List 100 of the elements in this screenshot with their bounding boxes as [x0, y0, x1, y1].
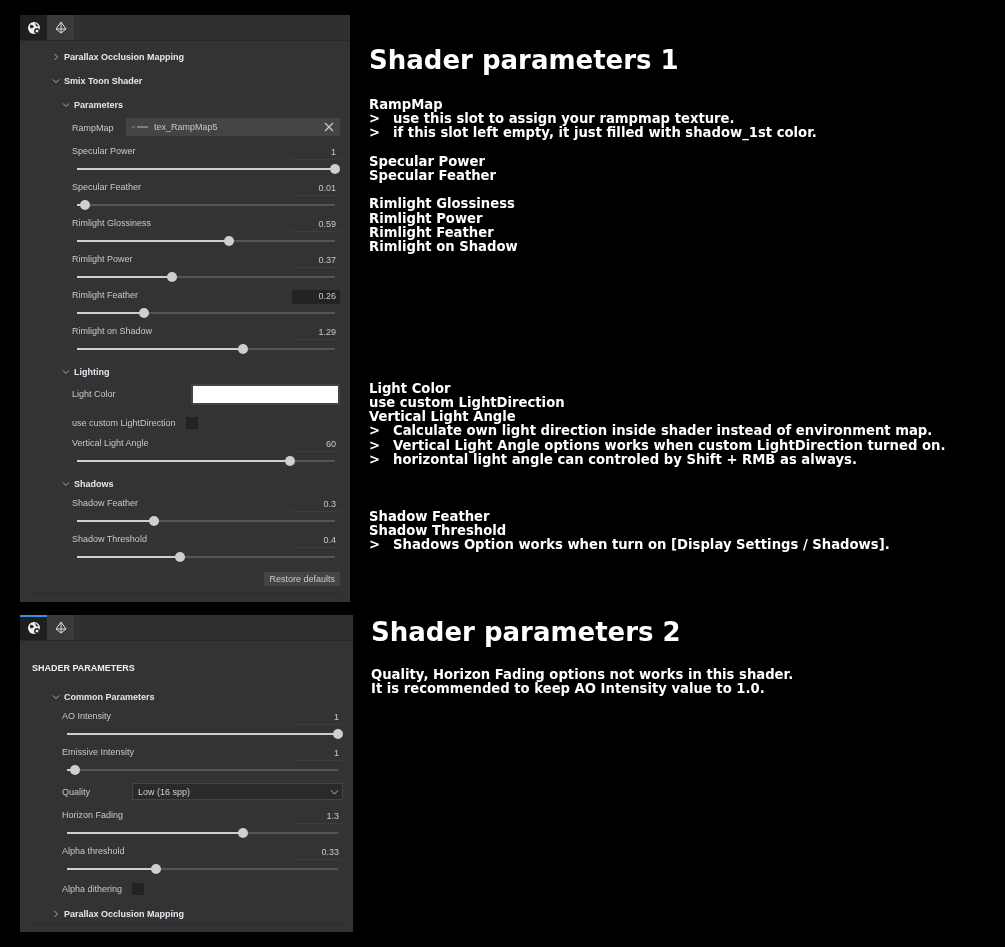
param-label: AO Intensity	[62, 711, 112, 721]
dash-icon	[132, 124, 148, 130]
note-heading: Rimlight on Shadow	[369, 239, 518, 255]
param-label: Rimlight on Shadow	[72, 326, 153, 336]
value-field[interactable]: 1.3	[295, 810, 343, 824]
slider-thumb[interactable]	[284, 456, 295, 466]
note-heading: Light Color	[369, 381, 451, 397]
note-heading: Rimlight Glossiness	[369, 197, 515, 212]
bullet-marker: >	[369, 537, 382, 553]
slider-thumb[interactable]	[151, 864, 162, 874]
param-label: Light Color	[72, 388, 117, 399]
slider-thumb[interactable]	[79, 200, 90, 210]
chevron-down-icon	[330, 787, 339, 796]
slider-thumb[interactable]	[330, 164, 340, 174]
note-text: Shadows Option works when turn on [Display Settings / Shadows].	[393, 537, 890, 553]
tab[interactable]	[20, 615, 47, 640]
slider-thumb[interactable]	[149, 516, 160, 526]
section-header[interactable]: Shadows	[62, 472, 114, 496]
note-heading: It is recommended to keep AO Intensity value to 1.0.	[371, 682, 765, 697]
param-label: Shadow Feather	[72, 498, 139, 508]
note-text: Vertical Light Angle options works when custom LightDirection turned on.	[393, 438, 946, 453]
prism-icon	[53, 20, 68, 35]
bullet-marker: >	[369, 112, 381, 127]
param-label: Alpha threshold	[62, 846, 125, 856]
note-heading: Quality, Horizon Fading options not works in this shader.	[371, 668, 794, 683]
note-heading: Rimlight Power	[369, 211, 483, 226]
param-label: Shadow Threshold	[72, 534, 147, 544]
value-field[interactable]: 0.37	[292, 254, 340, 268]
note-text: Calculate own light direction inside shader instead of environment map.	[393, 424, 933, 439]
prism-icon	[53, 620, 68, 635]
param-label: Rimlight Glossiness	[72, 218, 152, 228]
note-heading: RampMap	[369, 98, 443, 113]
slider-thumb[interactable]	[238, 344, 249, 354]
chevron-down-icon	[62, 480, 70, 488]
value-field[interactable]: 1	[295, 711, 343, 725]
panel-heading: SHADER PARAMETERS	[32, 663, 136, 673]
param-label: Rimlight Feather	[72, 290, 139, 300]
note-heading: Rimlight Feather	[369, 225, 494, 240]
chevron-down-icon	[62, 101, 70, 109]
slider-thumb[interactable]	[333, 729, 343, 739]
globe-gear-icon	[26, 20, 41, 35]
restore-button[interactable]: Restore defaults	[264, 572, 340, 586]
chevron-right-icon	[52, 910, 60, 918]
param-label: Horizon Fading	[62, 810, 124, 820]
param-label: RampMap	[72, 122, 115, 133]
value-field[interactable]: 0.4	[292, 534, 340, 548]
close-icon	[324, 122, 334, 132]
param-label: Alpha dithering	[62, 884, 123, 894]
section-header[interactable]: Lighting	[62, 360, 110, 384]
note-heading: Shadow Feather	[369, 509, 490, 524]
notes-title: Shader parameters 2	[371, 617, 682, 647]
active-tab-indicator	[20, 615, 47, 617]
chevron-down-icon	[62, 368, 70, 376]
param-label: use custom LightDirection	[72, 418, 176, 428]
param-label: Emissive Intensity	[62, 747, 135, 757]
value-field[interactable]: 60	[292, 438, 340, 452]
tab[interactable]	[20, 15, 47, 40]
note-heading: Specular Feather	[369, 168, 497, 184]
globe-gear-icon	[26, 620, 41, 635]
chevron-right-icon	[52, 53, 60, 61]
notes-title: Shader parameters 1	[369, 45, 680, 75]
note-heading: Vertical Light Angle	[369, 410, 516, 425]
param-label: Specular Feather	[72, 182, 142, 192]
slider-thumb[interactable]	[139, 308, 150, 318]
slider-thumb[interactable]	[167, 272, 178, 282]
chevron-down-icon	[52, 77, 60, 85]
note-heading: Specular Power	[369, 154, 485, 169]
value-field[interactable]: 0.26	[292, 290, 340, 304]
value-field[interactable]: 1	[295, 747, 343, 761]
section-header[interactable]: Parallax Occlusion Mapping	[52, 902, 185, 926]
param-label: Quality	[62, 786, 91, 797]
value-field[interactable]: 1.29	[292, 326, 340, 340]
bullet-marker: >	[369, 424, 382, 439]
slider-thumb[interactable]	[70, 765, 81, 775]
param-label: Specular Power	[72, 146, 136, 156]
slider-thumb[interactable]	[238, 828, 249, 838]
value-field[interactable]: 1	[292, 146, 340, 160]
value-field[interactable]: 0.59	[292, 218, 340, 232]
note-text: use this slot to assign your rampmap texture.	[393, 112, 735, 127]
section-header[interactable]: Parameters	[62, 93, 124, 117]
bullet-marker: >	[369, 438, 382, 453]
section-header[interactable]: Common Parameters	[52, 685, 155, 709]
param-label: Rimlight Power	[72, 254, 133, 264]
bullet-marker: >	[369, 126, 382, 141]
slider-thumb[interactable]	[175, 552, 186, 562]
value-field[interactable]: 0.33	[295, 846, 343, 860]
bullet-marker: >	[369, 452, 382, 467]
texture-slot[interactable]: tex_RampMap5	[126, 118, 340, 136]
note-text: if this slot left empty, it just filled with shadow_1st color.	[393, 126, 817, 141]
value-field[interactable]: 0.01	[292, 182, 340, 196]
dropdown[interactable]: Low (16 spp)	[132, 783, 343, 800]
note-heading: use custom LightDirection	[369, 396, 565, 411]
section-header[interactable]: Smix Toon Shader	[52, 69, 143, 93]
chevron-down-icon	[52, 693, 60, 701]
param-label: Vertical Light Angle	[72, 438, 149, 448]
section-header[interactable]: Parallax Occlusion Mapping	[52, 45, 185, 69]
slider-thumb[interactable]	[224, 236, 235, 246]
color-swatch[interactable]	[191, 384, 340, 405]
value-field[interactable]: 0.3	[292, 498, 340, 512]
note-heading: Shadow Threshold	[369, 523, 507, 538]
